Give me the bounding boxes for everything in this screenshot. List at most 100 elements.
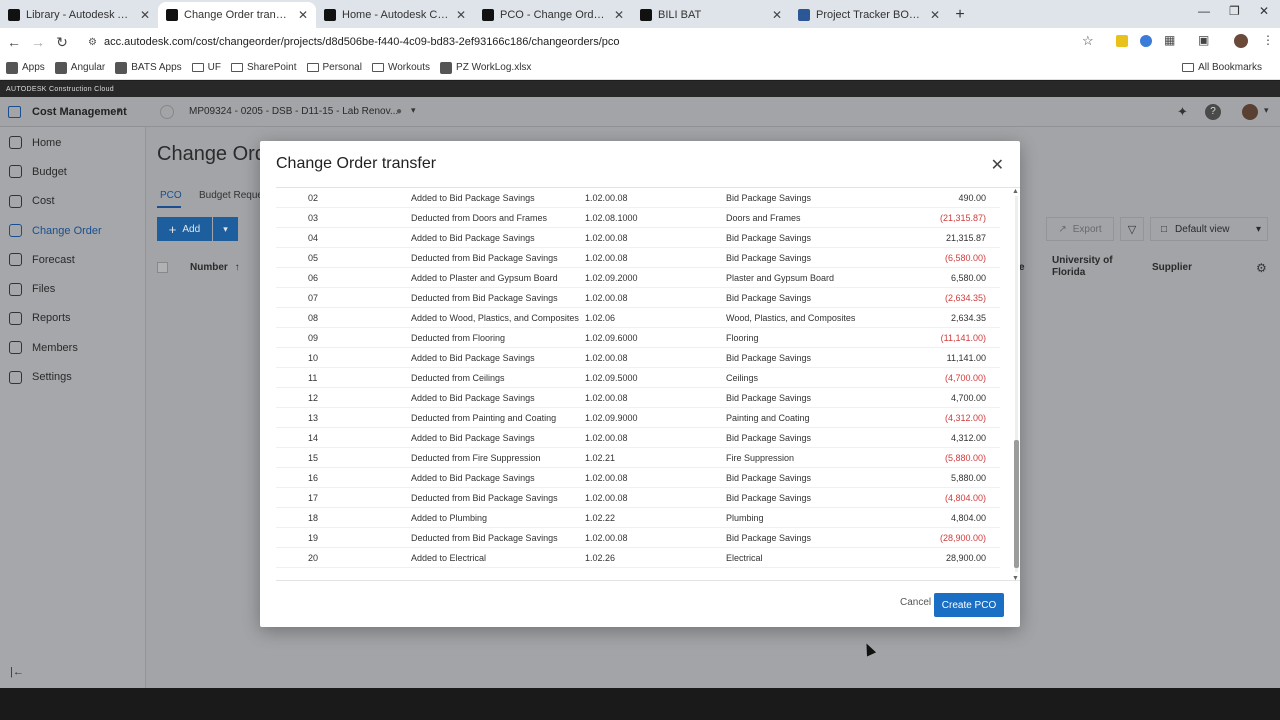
url-field[interactable]: ⚙ acc.autodesk.com/cost/changeorder/proj… xyxy=(84,31,1084,53)
row-cost-code: 1.02.06 xyxy=(585,312,616,323)
export-button[interactable]: ↗ Export xyxy=(1046,217,1114,241)
sidebar-item-budget[interactable]: Budget xyxy=(0,157,145,186)
sidebar-item-settings[interactable]: Settings xyxy=(0,362,145,391)
tab-budget-request[interactable]: Budget Reque xyxy=(199,190,263,201)
sidebar-item-reports[interactable]: Reports xyxy=(0,304,145,333)
row-number: 15 xyxy=(308,452,319,463)
browser-tab[interactable]: Library - Autodesk Account Ad ✕ xyxy=(0,2,158,28)
close-tab-icon[interactable]: ✕ xyxy=(298,8,308,22)
reload-icon[interactable]: ↻ xyxy=(50,34,74,51)
close-tab-icon[interactable]: ✕ xyxy=(456,8,466,22)
sidebar-item-change-order[interactable]: Change Order xyxy=(0,216,145,245)
chevron-down-icon[interactable]: ▾ xyxy=(1264,105,1269,116)
close-window-icon[interactable]: ✕ xyxy=(1259,4,1269,18)
filter-button[interactable]: ▽ xyxy=(1120,217,1144,241)
restore-icon[interactable]: ❐ xyxy=(1229,4,1240,18)
extension-icon[interactable] xyxy=(1116,35,1128,47)
forward-icon[interactable]: → xyxy=(26,34,50,50)
tab-strip: Library - Autodesk Account Ad✕Change Ord… xyxy=(0,0,948,28)
scroll-up-icon[interactable]: ▲ xyxy=(1012,188,1019,195)
sidebar-item-forecast[interactable]: Forecast xyxy=(0,245,145,274)
all-bookmarks[interactable]: All Bookmarks xyxy=(1182,62,1262,73)
user-avatar[interactable] xyxy=(1242,104,1258,120)
row-amount: (5,880.00) xyxy=(944,452,986,463)
row-amount: 11,141.00 xyxy=(946,352,986,363)
add-menu-button[interactable]: ▾ xyxy=(213,217,238,241)
row-description: Added to Bid Package Savings xyxy=(411,392,535,403)
bookmark-label: Angular xyxy=(70,62,106,73)
browser-tab[interactable]: BILI BAT ✕ xyxy=(632,2,790,28)
bookmark-favicon-icon xyxy=(54,61,67,74)
row-budget-name: Bid Package Savings xyxy=(726,192,812,203)
chevron-down-icon[interactable]: ▾ xyxy=(411,105,416,116)
row-number: 02 xyxy=(308,192,319,203)
settings-icon xyxy=(9,370,22,384)
bookmark-item[interactable]: UF xyxy=(191,62,221,73)
browser-tab[interactable]: Home - Autodesk Cost ✕ xyxy=(316,2,474,28)
select-all-checkbox[interactable] xyxy=(157,262,168,273)
tab-pco[interactable]: PCO xyxy=(160,190,182,201)
column-settings-icon[interactable]: ⚙ xyxy=(1256,261,1267,275)
close-tab-icon[interactable]: ✕ xyxy=(772,8,782,22)
row-amount: 5,880.00 xyxy=(950,472,986,483)
scrollbar[interactable]: ▲ ▼ xyxy=(1012,188,1020,580)
browser-tab[interactable]: Project Tracker BOT Project Ap ✕ xyxy=(790,2,948,28)
row-description: Added to Bid Package Savings xyxy=(411,232,535,243)
sparkle-icon[interactable]: ✦ xyxy=(1177,104,1188,120)
sidebar-list: Home Budget Cost Change Order Forecast Files R… xyxy=(0,127,145,392)
new-tab-button[interactable]: + xyxy=(948,2,972,28)
supplier-column-header[interactable]: Supplier xyxy=(1152,262,1192,273)
row-budget-name: Bid Package Savings xyxy=(726,352,812,363)
minimize-icon[interactable]: — xyxy=(1198,4,1210,18)
close-tab-icon[interactable]: ✕ xyxy=(614,8,624,22)
chevron-down-icon[interactable]: ▾ xyxy=(117,105,122,116)
add-button[interactable]: + Add xyxy=(157,217,212,241)
bookmark-item[interactable]: SharePoint xyxy=(231,62,297,73)
row-cost-code: 1.02.09.6000 xyxy=(585,332,638,343)
row-amount: 4,700.00 xyxy=(950,392,986,403)
help-icon[interactable]: ? xyxy=(1205,104,1221,120)
scrollbar-thumb[interactable] xyxy=(1014,440,1019,568)
bookmark-item[interactable]: Angular xyxy=(54,61,106,74)
sidebar-item-home[interactable]: Home xyxy=(0,128,145,157)
bookmark-item[interactable]: BATS Apps xyxy=(115,61,182,74)
row-budget-name: Bid Package Savings xyxy=(726,292,812,303)
site-info-icon[interactable]: ⚙ xyxy=(88,37,97,48)
view-selector[interactable]: □ Default view ▾ xyxy=(1150,217,1268,241)
collapse-sidebar-icon[interactable]: |← xyxy=(10,666,24,678)
row-budget-name: Bid Package Savings xyxy=(726,472,812,483)
bookmark-item[interactable]: Workouts xyxy=(371,62,430,73)
browser-menu-icon[interactable]: ⋮ xyxy=(1262,33,1274,47)
bookmark-item[interactable]: Apps xyxy=(6,61,45,74)
table-row: 07 Deducted from Bid Package Savings 1.02.… xyxy=(276,288,1000,308)
cancel-button[interactable]: Cancel xyxy=(900,597,931,608)
sidebar-item-cost[interactable]: Cost xyxy=(0,187,145,216)
close-icon[interactable]: ✕ xyxy=(991,155,1004,175)
scroll-down-icon[interactable]: ▼ xyxy=(1012,575,1019,580)
row-cost-code: 1.02.00.08 xyxy=(585,472,628,483)
sidebar-item-members[interactable]: Members xyxy=(0,333,145,362)
bookmark-star-icon[interactable]: ☆ xyxy=(1082,33,1094,49)
create-pco-button[interactable]: Create PCO xyxy=(934,593,1004,617)
row-amount: (4,700.00) xyxy=(944,372,986,383)
sidebar-item-files[interactable]: Files xyxy=(0,274,145,303)
close-tab-icon[interactable]: ✕ xyxy=(930,8,940,22)
taskbar-strip xyxy=(0,688,1280,720)
extensions-puzzle-icon[interactable]: ▦ xyxy=(1164,33,1175,47)
module-selector[interactable]: Cost Management xyxy=(32,106,127,118)
table-row: 12 Added to Bid Package Savings 1.02.00.08… xyxy=(276,388,1000,408)
browser-tab[interactable]: PCO - Change Order - Autodesk ✕ xyxy=(474,2,632,28)
bookmark-item[interactable]: Personal xyxy=(306,62,362,73)
browser-tab[interactable]: Change Order transfer - Autodes ✕ xyxy=(158,2,316,28)
back-icon[interactable]: ← xyxy=(2,34,26,50)
number-column-header[interactable]: Number ↑ xyxy=(190,262,240,273)
university-column-header[interactable]: University of Florida xyxy=(1052,255,1132,279)
sidebar-item-label: Reports xyxy=(32,312,71,325)
close-tab-icon[interactable]: ✕ xyxy=(140,8,150,22)
profile-avatar[interactable] xyxy=(1234,34,1248,48)
bookmark-item[interactable]: PZ WorkLog.xlsx xyxy=(440,61,531,74)
project-selector[interactable]: MP09324 - 0205 - DSB - D11-15 - Lab Reno… xyxy=(189,106,398,117)
extension-icon[interactable] xyxy=(1140,35,1152,47)
table-row: 15 Deducted from Fire Suppression 1.02.21 F… xyxy=(276,448,1000,468)
tab-search-icon[interactable]: ▣ xyxy=(1198,33,1209,47)
